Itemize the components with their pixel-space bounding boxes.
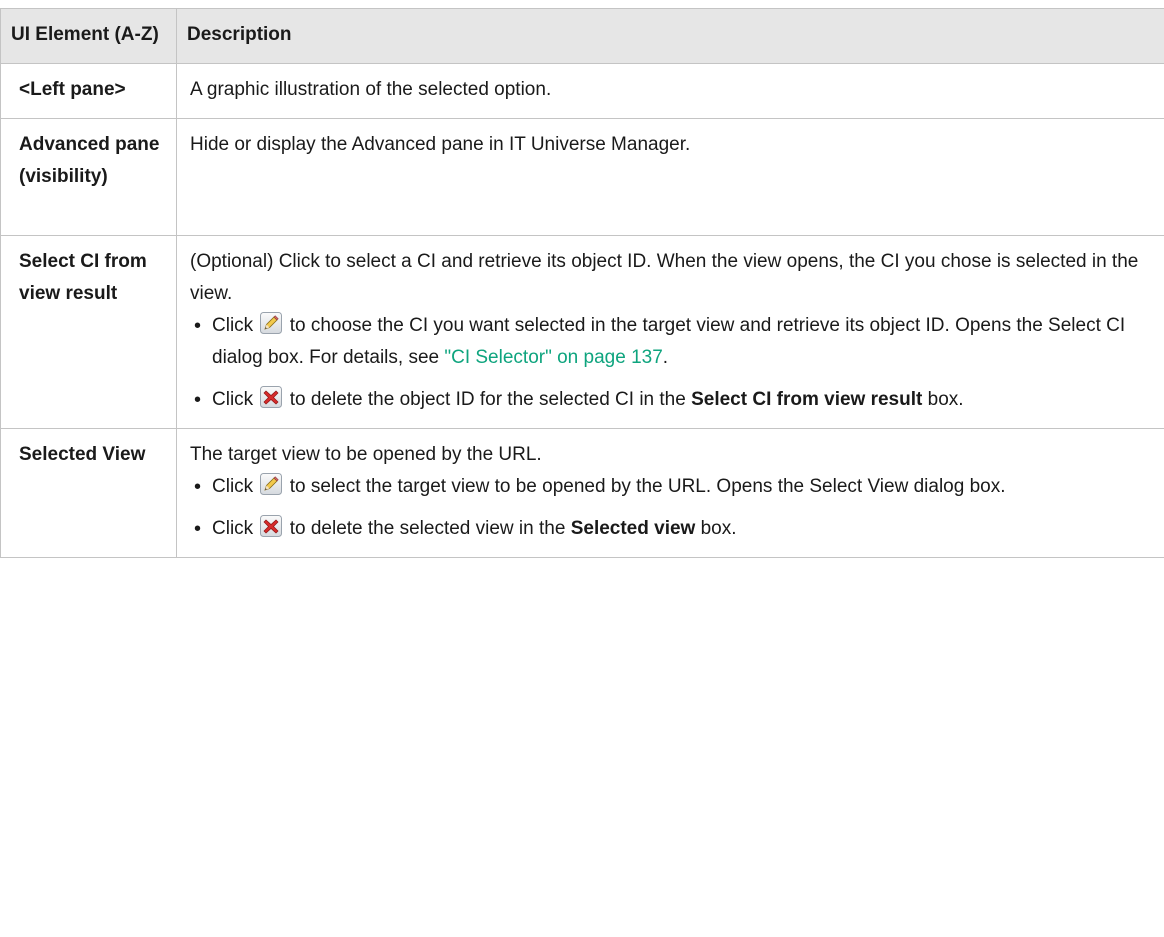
description-text: (Optional) Click to select a CI and retr…: [190, 251, 1139, 304]
bullet-prefix: Click: [212, 476, 254, 497]
bullet-suffix: box.: [927, 389, 964, 410]
header-ui-element: UI Element (A-Z): [0, 8, 177, 64]
bullet-dot: •: [194, 315, 202, 337]
description-text: The target view to be opened by the URL.: [190, 444, 542, 465]
list-item: • Click to delete the object ID for the …: [190, 384, 1150, 416]
element-name: <Left pane>: [0, 63, 177, 119]
bullet-dot: •: [194, 389, 202, 411]
bullet-dot: •: [194, 518, 202, 540]
delete-x-icon[interactable]: [260, 386, 283, 408]
table-row: Advanced pane (visibility) Hide or displ…: [0, 118, 1164, 236]
table-row: Select CI from view result (Optional) Cl…: [0, 235, 1164, 429]
description-text: A graphic illustration of the selected o…: [190, 79, 552, 100]
table-row: Selected View The target view to be open…: [0, 428, 1164, 558]
edit-pencil-icon[interactable]: [260, 473, 283, 495]
header-description: Description: [176, 8, 1164, 64]
ui-elements-table: UI Element (A-Z) Description <Left pane>…: [0, 8, 1164, 558]
bullet-dot: •: [194, 476, 202, 498]
bullet-prefix: Click: [212, 518, 254, 539]
bullet-bold-term: Selected view: [570, 518, 696, 539]
delete-x-icon[interactable]: [260, 515, 283, 537]
bullet-prefix: Click: [212, 315, 254, 336]
bullet-text: to choose the CI you want selected in th…: [212, 315, 1126, 368]
bullet-list: • Click: [190, 310, 1150, 416]
bullet-text: to select the target view to be opened b…: [289, 476, 1006, 497]
bullet-text: to delete the selected view in the: [289, 518, 566, 539]
element-description: The target view to be opened by the URL.…: [176, 428, 1164, 558]
ci-selector-link[interactable]: "CI Selector" on page 137: [444, 347, 662, 368]
element-name: Advanced pane (visibility): [0, 118, 177, 236]
list-item: • Click: [190, 471, 1150, 503]
description-text: Hide or display the Advanced pane in IT …: [190, 134, 691, 155]
bullet-text: to delete the object ID for the selected…: [289, 389, 686, 410]
element-description: (Optional) Click to select a CI and retr…: [176, 235, 1164, 429]
list-item: • Click to delete the selected view in t…: [190, 513, 1150, 545]
bullet-suffix: .: [662, 347, 669, 368]
table-row: <Left pane> A graphic illustration of th…: [0, 63, 1164, 119]
table-header-row: UI Element (A-Z) Description: [0, 8, 1164, 64]
bullet-bold-term: Select CI from view result: [691, 389, 923, 410]
element-description: A graphic illustration of the selected o…: [176, 63, 1164, 119]
bullet-suffix: box.: [700, 518, 737, 539]
element-name: Selected View: [0, 428, 177, 558]
edit-pencil-icon[interactable]: [260, 312, 283, 334]
bullet-list: • Click: [190, 471, 1150, 545]
bullet-prefix: Click: [212, 389, 254, 410]
list-item: • Click: [190, 310, 1150, 374]
element-name: Select CI from view result: [0, 235, 177, 429]
element-description: Hide or display the Advanced pane in IT …: [176, 118, 1164, 236]
